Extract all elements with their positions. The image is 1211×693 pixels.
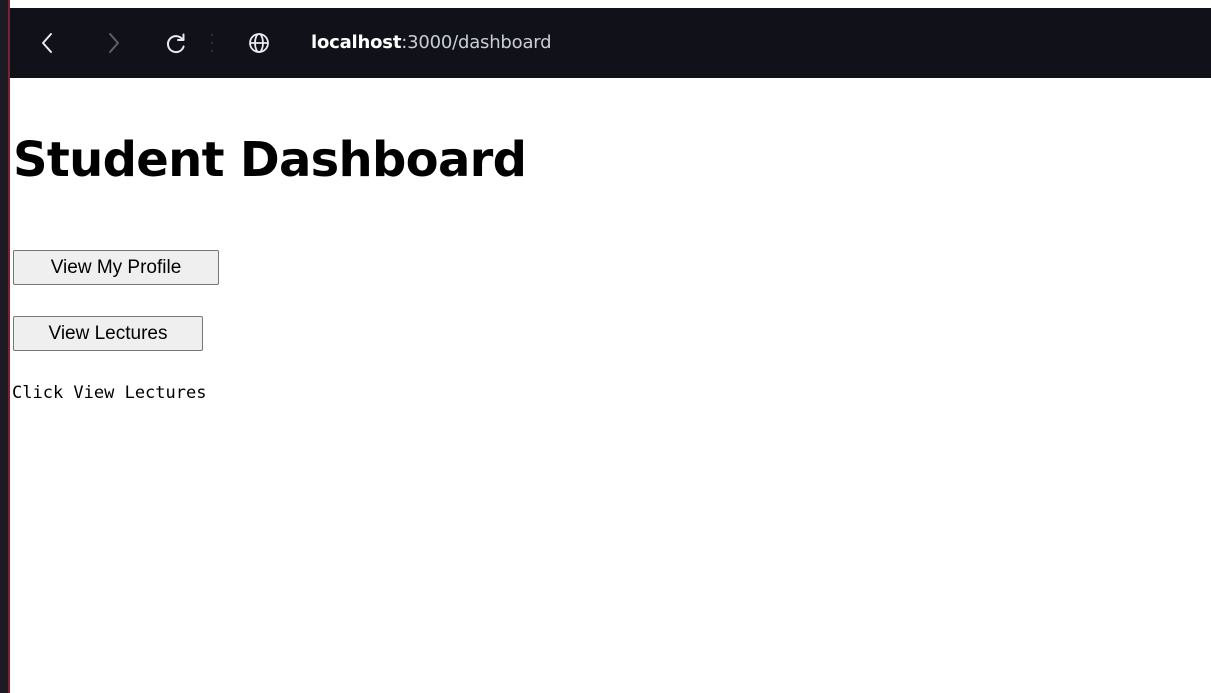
status-message: Click View Lectures	[12, 383, 207, 403]
window-left-edge	[0, 0, 8, 693]
globe-icon[interactable]	[244, 8, 274, 78]
page-title: Student Dashboard	[13, 132, 527, 188]
url-host: localhost	[311, 32, 402, 53]
window-edge-accent	[8, 0, 10, 693]
window-top-edge	[0, 0, 1211, 8]
view-profile-button[interactable]: View My Profile	[13, 250, 219, 285]
back-icon[interactable]	[34, 8, 60, 78]
forward-icon[interactable]	[101, 8, 127, 78]
address-bar[interactable]: localhost:3000/dashboard	[311, 30, 552, 56]
browser-toolbar: localhost:3000/dashboard	[10, 8, 1211, 78]
toolbar-separator	[209, 8, 215, 78]
url-path: :3000/dashboard	[401, 32, 552, 53]
view-lectures-button[interactable]: View Lectures	[13, 316, 203, 351]
reload-icon[interactable]	[161, 8, 191, 78]
